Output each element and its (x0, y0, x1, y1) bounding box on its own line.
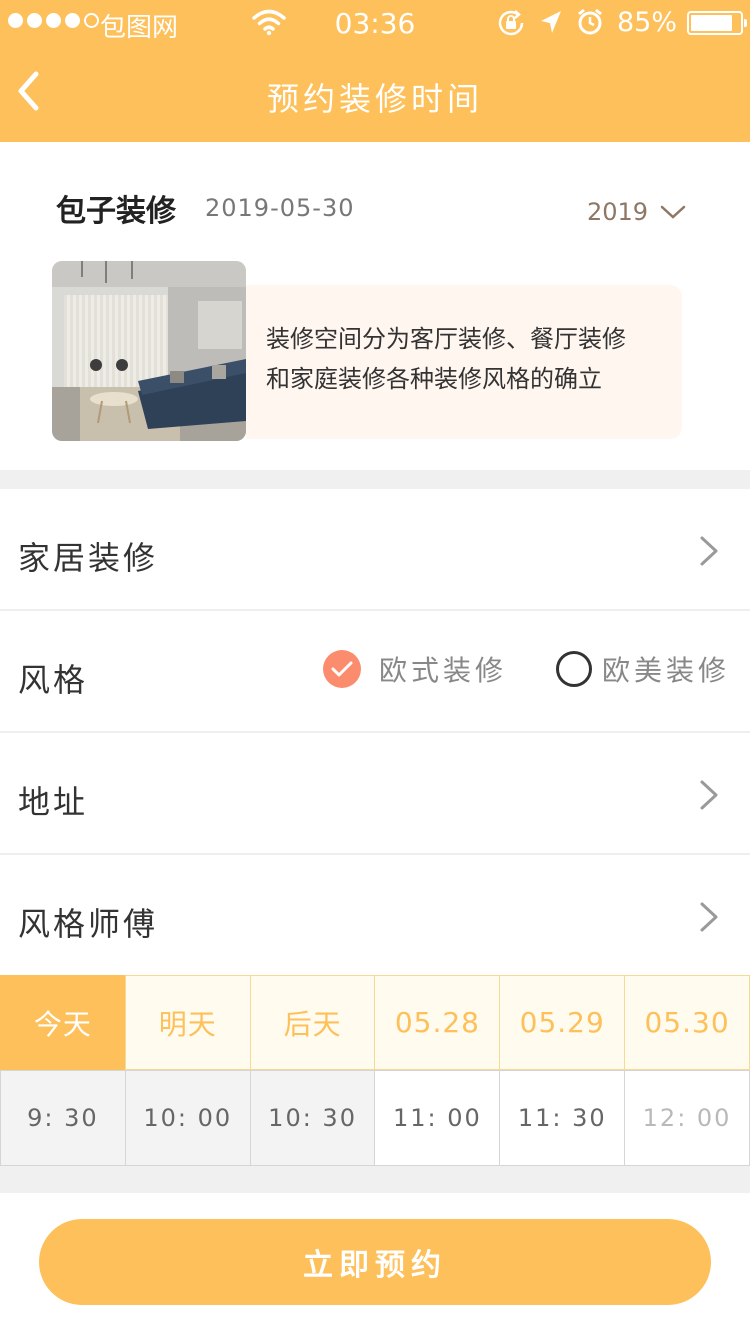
shop-card: 包子装修 2019-05-30 2019 装修空间分为客厅装修、餐厅装修 和家庭… (0, 142, 750, 470)
alarm-icon (578, 8, 602, 35)
style-option-euro-american-label: 欧美装修 (602, 654, 731, 687)
style-option-euro-american[interactable]: 欧美装修 (556, 649, 730, 689)
description-line-2: 和家庭装修各种装修风格的确立 (266, 365, 602, 393)
status-bar: 包图网 03:36 85% (0, 0, 750, 46)
section-divider (0, 1166, 750, 1193)
time-slot-1100[interactable]: 11: 00 (374, 1070, 500, 1166)
description-box: 装修空间分为客厅装修、餐厅装修 和家庭装修各种装修风格的确立 (246, 285, 682, 439)
day-tab-today[interactable]: 今天 (0, 975, 125, 1070)
year-select-value: 2019 (587, 198, 649, 226)
row-style-label: 风格 (18, 661, 89, 699)
battery-percent: 85% (617, 7, 678, 38)
location-arrow-icon (541, 11, 561, 33)
row-home-decoration[interactable]: 家居装修 (0, 489, 750, 611)
radio-unchecked-icon (556, 651, 592, 687)
year-select[interactable]: 2019 (587, 198, 686, 226)
row-address-label: 地址 (18, 783, 89, 821)
day-tab-0530[interactable]: 05.30 (624, 975, 750, 1070)
day-tab-tomorrow[interactable]: 明天 (124, 975, 250, 1070)
section-divider (0, 470, 750, 489)
chevron-right-icon (700, 902, 718, 932)
description-line-1: 装修空间分为客厅装修、餐厅装修 (266, 325, 626, 353)
battery-icon (687, 11, 747, 35)
style-option-european-label: 欧式装修 (379, 654, 508, 687)
check-icon (331, 661, 353, 677)
day-tab-0529[interactable]: 05.29 (499, 975, 625, 1070)
style-option-european[interactable]: 欧式装修 (323, 649, 507, 689)
chevron-down-icon (660, 205, 686, 219)
time-slot-1030[interactable]: 10: 30 (249, 1070, 375, 1166)
chevron-right-icon (700, 536, 718, 566)
chevron-right-icon (700, 780, 718, 810)
shop-date: 2019-05-30 (205, 194, 355, 222)
time-slot-0930[interactable]: 9: 30 (0, 1070, 125, 1166)
shop-name: 包子装修 (56, 194, 176, 229)
row-master-label: 风格师傅 (18, 905, 159, 943)
row-address[interactable]: 地址 (0, 733, 750, 855)
time-slot-1200[interactable]: 12: 00 (624, 1070, 750, 1166)
time-slot-1000[interactable]: 10: 00 (124, 1070, 250, 1166)
time-slots: 9: 30 10: 00 10: 30 11: 00 11: 30 12: 00 (0, 1070, 750, 1166)
living-room-photo (52, 261, 246, 441)
day-tab-0528[interactable]: 05.28 (374, 975, 500, 1070)
page-title: 预约装修时间 (266, 80, 483, 118)
row-home-label: 家居装修 (18, 539, 159, 577)
time-slot-1130[interactable]: 11: 30 (499, 1070, 625, 1166)
radio-checked-icon (323, 650, 361, 688)
day-tab-day-after[interactable]: 后天 (249, 975, 375, 1070)
row-style: 风格 欧式装修 欧美装修 (0, 611, 750, 733)
book-now-button[interactable]: 立即预约 (39, 1219, 711, 1305)
navbar: 预约装修时间 (0, 46, 750, 142)
rotation-lock-icon (498, 10, 524, 36)
battery-fill (691, 15, 732, 31)
row-style-master[interactable]: 风格师傅 (0, 855, 750, 975)
header: 包图网 03:36 85% 预约装修时间 (0, 0, 750, 142)
day-tabs: 今天 明天 后天 05.28 05.29 05.30 (0, 975, 750, 1070)
